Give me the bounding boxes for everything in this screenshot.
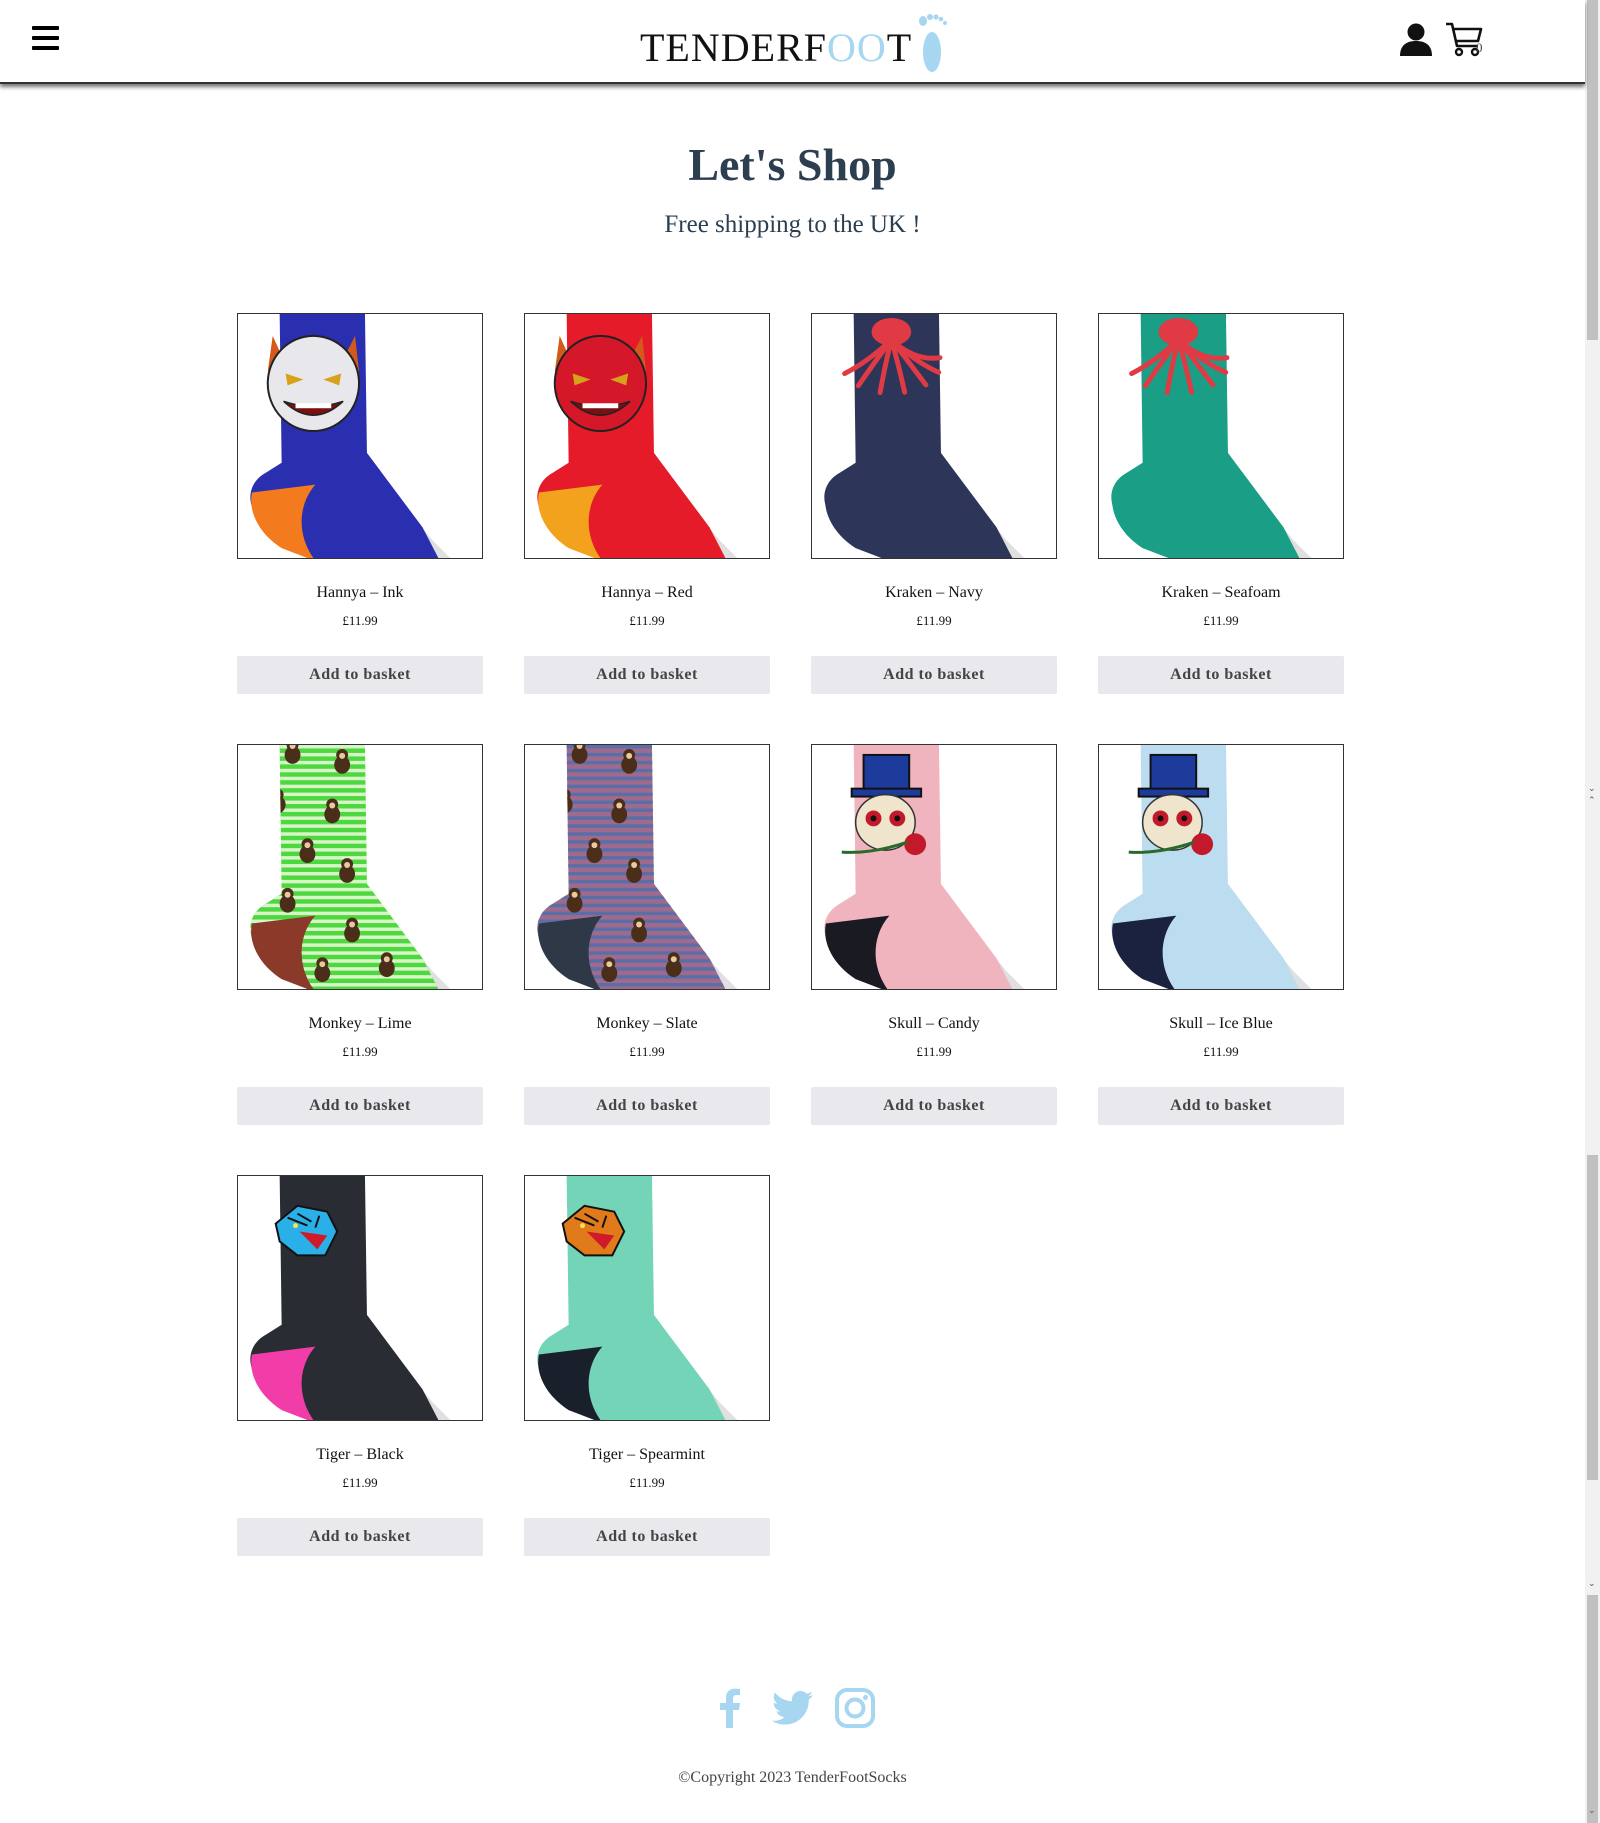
add-to-basket-button[interactable]: Add to basket — [524, 1087, 770, 1125]
twitter-icon[interactable] — [771, 1686, 815, 1730]
hamburger-menu-icon[interactable] — [32, 26, 59, 50]
product-price: £11.99 — [342, 1475, 378, 1490]
add-to-basket-button[interactable]: Add to basket — [811, 1087, 1057, 1125]
sock-illustration — [537, 1176, 738, 1420]
add-to-basket-button[interactable]: Add to basket — [811, 656, 1057, 694]
product-name[interactable]: Tiger – Spearmint — [524, 1446, 770, 1466]
sock-illustration — [250, 314, 451, 558]
page-scrollbar[interactable]: ⌄ ⌃ ⌄ ⌄ — [1585, 0, 1600, 1823]
site-header: TENDERFOOT 0 — [0, 0, 1585, 84]
add-to-basket-button[interactable]: Add to basket — [1098, 656, 1344, 694]
product-price: £11.99 — [629, 613, 665, 628]
product-card: Hannya – Ink £11.99 Add to basket — [237, 313, 483, 694]
add-to-basket-button[interactable]: Add to basket — [237, 656, 483, 694]
product-image[interactable] — [524, 313, 770, 559]
facebook-icon[interactable] — [709, 1686, 753, 1730]
sock-illustration — [250, 745, 451, 989]
product-image[interactable] — [524, 744, 770, 990]
product-name[interactable]: Kraken – Seafoam — [1098, 584, 1344, 604]
product-card: Skull – Ice Blue £11.99 Add to basket — [1098, 744, 1344, 1125]
add-to-basket-button[interactable]: Add to basket — [1098, 1087, 1344, 1125]
cart-count-badge: 0 — [1476, 40, 1483, 55]
scrollbar-thumb-tertiary[interactable] — [1587, 1595, 1598, 1823]
product-card: Skull – Candy £11.99 Add to basket — [811, 744, 1057, 1125]
product-image[interactable] — [811, 313, 1057, 559]
product-card: Monkey – Slate £11.99 Add to basket — [524, 744, 770, 1125]
product-image[interactable] — [1098, 313, 1344, 559]
scroll-down-arrow-icon-2[interactable]: ⌄ — [1588, 1578, 1596, 1589]
copyright-text: ©Copyright 2023 TenderFootSocks — [678, 1769, 907, 1786]
logo-text: TENDERFOOT — [640, 25, 913, 70]
product-name[interactable]: Skull – Candy — [811, 1015, 1057, 1035]
scrollbar-thumb[interactable] — [1587, 0, 1598, 340]
product-price: £11.99 — [629, 1475, 665, 1490]
sock-illustration — [250, 1176, 451, 1420]
sock-illustration — [537, 745, 738, 989]
shipping-banner: Free shipping to the UK ! — [664, 211, 921, 238]
instagram-icon[interactable] — [833, 1686, 877, 1730]
product-card: Kraken – Seafoam £11.99 Add to basket — [1098, 313, 1344, 694]
product-card: Tiger – Spearmint £11.99 Add to basket — [524, 1175, 770, 1556]
product-name[interactable]: Tiger – Black — [237, 1446, 483, 1466]
foot-icon — [919, 14, 948, 72]
product-image[interactable] — [1098, 744, 1344, 990]
add-to-basket-button[interactable]: Add to basket — [237, 1087, 483, 1125]
product-price: £11.99 — [916, 613, 952, 628]
scroll-up-arrow-icon[interactable]: ⌃ — [1588, 795, 1596, 806]
product-price: £11.99 — [629, 1044, 665, 1059]
product-card: Kraken – Navy £11.99 Add to basket — [811, 313, 1057, 694]
product-name[interactable]: Skull – Ice Blue — [1098, 1015, 1344, 1035]
product-price: £11.99 — [1203, 613, 1239, 628]
product-price: £11.99 — [342, 613, 378, 628]
product-image[interactable] — [237, 1175, 483, 1421]
add-to-basket-button[interactable]: Add to basket — [524, 656, 770, 694]
add-to-basket-button[interactable]: Add to basket — [237, 1518, 483, 1556]
product-image[interactable] — [811, 744, 1057, 990]
site-logo[interactable]: TENDERFOOT — [640, 10, 948, 74]
sock-illustration — [824, 745, 1025, 989]
scroll-down-arrow-icon[interactable]: ⌄ — [1588, 783, 1596, 794]
scroll-end-arrow-icon[interactable]: ⌄ — [1588, 1805, 1596, 1816]
user-icon[interactable] — [1398, 22, 1434, 56]
product-name[interactable]: Kraken – Navy — [811, 584, 1057, 604]
social-links — [0, 1686, 1585, 1730]
page-title: Let's Shop — [688, 139, 897, 190]
product-image[interactable] — [237, 744, 483, 990]
product-image[interactable] — [237, 313, 483, 559]
sock-illustration — [1111, 314, 1312, 558]
sock-illustration — [537, 314, 738, 558]
product-card: Monkey – Lime £11.99 Add to basket — [237, 744, 483, 1125]
product-name[interactable]: Monkey – Lime — [237, 1015, 483, 1035]
scrollbar-thumb-secondary[interactable] — [1587, 1155, 1598, 1480]
product-name[interactable]: Monkey – Slate — [524, 1015, 770, 1035]
product-image[interactable] — [524, 1175, 770, 1421]
product-card: Hannya – Red £11.99 Add to basket — [524, 313, 770, 694]
product-price: £11.99 — [342, 1044, 378, 1059]
sock-illustration — [824, 314, 1025, 558]
add-to-basket-button[interactable]: Add to basket — [524, 1518, 770, 1556]
sock-illustration — [1111, 745, 1312, 989]
product-name[interactable]: Hannya – Red — [524, 584, 770, 604]
product-name[interactable]: Hannya – Ink — [237, 584, 483, 604]
product-card: Tiger – Black £11.99 Add to basket — [237, 1175, 483, 1556]
product-price: £11.99 — [916, 1044, 952, 1059]
product-price: £11.99 — [1203, 1044, 1239, 1059]
